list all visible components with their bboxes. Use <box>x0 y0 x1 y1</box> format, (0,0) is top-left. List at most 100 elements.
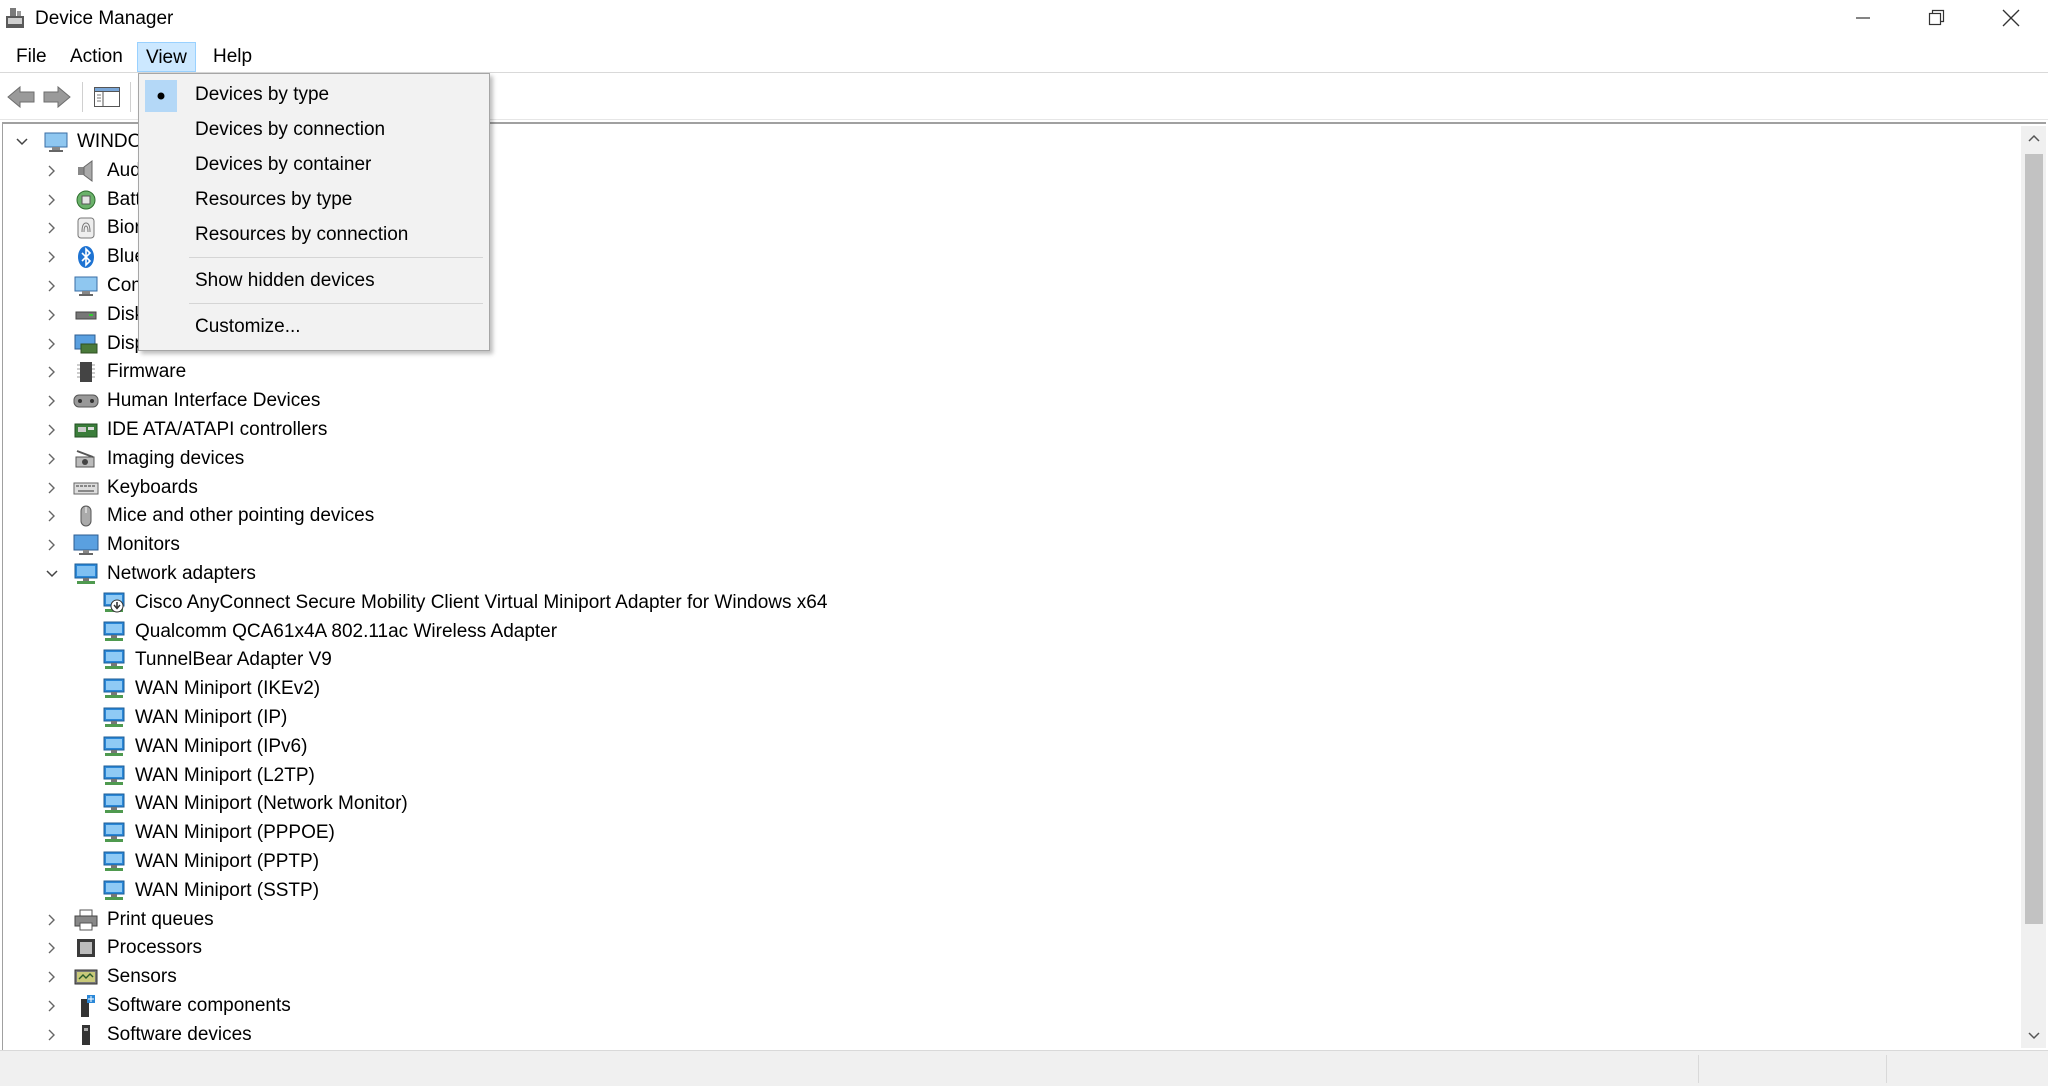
chevron-right-icon[interactable] <box>45 221 59 235</box>
forward-button[interactable] <box>40 80 74 114</box>
tree-category[interactable]: Firmware <box>45 358 186 386</box>
tree-category[interactable]: IDE ATA/ATAPI controllers <box>45 416 327 444</box>
menu-item-devices-by-type[interactable]: Devices by type <box>141 78 487 112</box>
window-title: Device Manager <box>35 8 174 29</box>
close-icon <box>2002 9 2020 27</box>
tree-category[interactable]: Com <box>45 272 147 300</box>
chevron-right-icon[interactable] <box>45 394 59 408</box>
radio-bullet-icon <box>145 80 177 112</box>
menu-action[interactable]: Action <box>62 42 131 72</box>
tree-device-item[interactable]: WAN Miniport (IKEv2) <box>101 675 320 703</box>
menu-item-resources-by-connection[interactable]: Resources by connection <box>141 218 487 252</box>
menu-item-devices-by-connection[interactable]: Devices by connection <box>141 113 487 147</box>
tree-device-item[interactable]: WAN Miniport (IP) <box>101 704 287 732</box>
tree-category[interactable]: Software components <box>45 992 291 1020</box>
tree-item-label: WINDO <box>77 131 143 152</box>
tree-category[interactable]: Print queues <box>45 906 214 934</box>
chevron-right-icon[interactable] <box>45 481 59 495</box>
tree-category[interactable]: Batt <box>45 186 141 214</box>
disk-drive-icon <box>73 303 99 327</box>
bluetooth-icon <box>73 245 99 269</box>
console-tree-icon <box>94 87 120 107</box>
menu-item-customize[interactable]: Customize... <box>141 310 487 344</box>
tree-category[interactable]: Network adapters <box>45 560 256 588</box>
chevron-right-icon[interactable] <box>45 308 59 322</box>
vertical-scrollbar[interactable] <box>2021 126 2046 1048</box>
tree-category[interactable]: Mice and other pointing devices <box>45 502 374 530</box>
network-adapter-small-icon <box>101 648 127 672</box>
tree-category[interactable]: Software devices <box>45 1021 252 1049</box>
chevron-right-icon[interactable] <box>45 250 59 264</box>
scroll-up-button[interactable] <box>2021 126 2046 150</box>
menu-item-resources-by-type[interactable]: Resources by type <box>141 183 487 217</box>
network-adapter-small-icon <box>101 706 127 730</box>
close-button[interactable] <box>1974 0 2048 36</box>
chevron-right-icon[interactable] <box>45 452 59 466</box>
tree-device-item[interactable]: WAN Miniport (L2TP) <box>101 762 315 790</box>
show-hide-console-tree-button[interactable] <box>90 80 124 114</box>
chevron-down-icon[interactable] <box>45 567 59 581</box>
menu-item-show-hidden-devices[interactable]: Show hidden devices <box>141 264 487 298</box>
chevron-right-icon[interactable] <box>45 538 59 552</box>
chevron-right-icon[interactable] <box>45 1028 59 1042</box>
hid-icon <box>73 389 99 413</box>
tree-category[interactable]: Blue <box>45 243 145 271</box>
tree-category[interactable]: Monitors <box>45 531 180 559</box>
tree-device-item[interactable]: WAN Miniport (PPTP) <box>101 848 319 876</box>
chevron-right-icon[interactable] <box>45 913 59 927</box>
tree-category[interactable]: Imaging devices <box>45 445 244 473</box>
chevron-right-icon[interactable] <box>45 193 59 207</box>
camera-icon <box>73 447 99 471</box>
tree-device-item[interactable]: WAN Miniport (IPv6) <box>101 733 307 761</box>
tree-item-label: WAN Miniport (L2TP) <box>135 764 315 786</box>
chevron-right-icon[interactable] <box>45 164 59 178</box>
chevron-right-icon[interactable] <box>45 970 59 984</box>
chevron-down-icon[interactable] <box>15 135 29 149</box>
back-button[interactable] <box>4 80 38 114</box>
tree-item-label: WAN Miniport (PPTP) <box>135 851 320 872</box>
restore-button[interactable] <box>1900 0 1974 36</box>
chevron-right-icon[interactable] <box>45 999 59 1013</box>
menu-view[interactable]: View <box>137 42 196 72</box>
tree-device-item[interactable]: WAN Miniport (Network Monitor) <box>101 790 408 818</box>
tree-category[interactable]: Bior <box>45 214 141 242</box>
processor-icon <box>73 936 99 960</box>
network-adapter-small-icon <box>101 620 127 644</box>
tree-category[interactable]: Aud <box>45 157 141 185</box>
menu-bar: File Action View Help <box>0 40 2048 73</box>
menu-separator <box>189 303 483 304</box>
tree-category[interactable]: Sensors <box>45 963 177 991</box>
menu-item-label: Devices by connection <box>195 119 386 140</box>
scroll-thumb[interactable] <box>2025 154 2043 924</box>
tree-device-item[interactable]: TunnelBear Adapter V9 <box>101 646 332 674</box>
tree-item-label: Monitors <box>107 534 180 556</box>
menu-file[interactable]: File <box>8 42 55 72</box>
tree-root-computer[interactable]: WINDO <box>15 128 142 156</box>
tree-category[interactable]: Disp <box>45 330 145 358</box>
tree-category[interactable]: Disk <box>45 301 144 329</box>
chevron-right-icon[interactable] <box>45 509 59 523</box>
chevron-up-icon <box>2028 134 2040 142</box>
tree-device-item[interactable]: Qualcomm QCA61x4A 802.11ac Wireless Adap… <box>101 618 557 646</box>
tree-category[interactable]: Keyboards <box>45 474 198 502</box>
tree-item-label: Aud <box>107 159 141 181</box>
menu-item-label: Resources by type <box>195 189 353 210</box>
network-adapter-small-icon <box>101 850 127 874</box>
tree-device-item[interactable]: WAN Miniport (PPPOE) <box>101 819 335 847</box>
tree-item-label: Human Interface Devices <box>107 390 321 412</box>
tree-device-item[interactable]: Cisco AnyConnect Secure Mobility Client … <box>101 589 827 617</box>
tree-item-label: Processors <box>107 937 203 959</box>
tree-item-label: Firmware <box>107 361 187 383</box>
tree-category[interactable]: Processors <box>45 934 202 962</box>
chevron-right-icon[interactable] <box>45 423 59 437</box>
scroll-down-button[interactable] <box>2021 1024 2046 1048</box>
tree-device-item[interactable]: WAN Miniport (SSTP) <box>101 877 319 905</box>
menu-item-devices-by-container[interactable]: Devices by container <box>141 148 487 182</box>
chevron-right-icon[interactable] <box>45 941 59 955</box>
chevron-right-icon[interactable] <box>45 365 59 379</box>
chevron-right-icon[interactable] <box>45 337 59 351</box>
chevron-right-icon[interactable] <box>45 279 59 293</box>
minimize-button[interactable] <box>1826 0 1900 36</box>
tree-category[interactable]: Human Interface Devices <box>45 387 320 415</box>
menu-help[interactable]: Help <box>205 42 260 72</box>
